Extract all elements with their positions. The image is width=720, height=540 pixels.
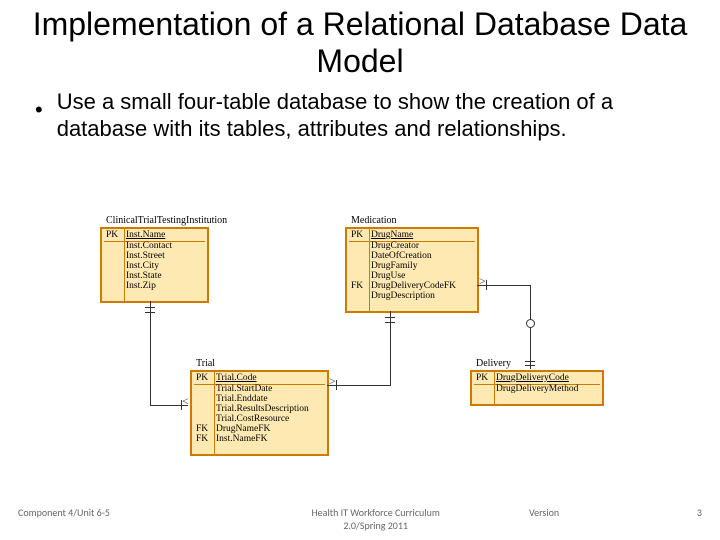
page-title: Implementation of a Relational Database … bbox=[0, 0, 720, 80]
relationship-tick bbox=[525, 365, 535, 366]
relationship-tick bbox=[336, 380, 337, 390]
connector-line bbox=[530, 285, 531, 311]
entity-delivery: Delivery PKDrugDeliveryCode DrugDelivery… bbox=[470, 370, 604, 406]
bullet-text: Use a small four-table database to show … bbox=[57, 88, 690, 143]
entity-title: ClinicalTrialTestingInstitution bbox=[106, 215, 227, 226]
footer: Component 4/Unit 6-5 Health IT Workforce… bbox=[0, 506, 720, 532]
entity-institution: ClinicalTrialTestingInstitution PKInst.N… bbox=[100, 227, 209, 303]
relationship-tick bbox=[486, 280, 487, 290]
bullet-item: • Use a small four-table database to sho… bbox=[35, 88, 690, 143]
relationship-circle-icon bbox=[526, 319, 535, 328]
relationship-tick bbox=[525, 361, 535, 362]
footer-left: Component 4/Unit 6-5 bbox=[18, 506, 222, 532]
erd-diagram: ClinicalTrialTestingInstitution PKInst.N… bbox=[90, 215, 640, 475]
entity-title: Delivery bbox=[476, 358, 511, 369]
entity-title: Trial bbox=[196, 358, 215, 369]
connector-line bbox=[150, 301, 151, 406]
footer-center: Health IT Workforce Curriculum2.0/Spring… bbox=[222, 506, 529, 532]
relationship-tick bbox=[145, 312, 155, 313]
entity-title: Medication bbox=[351, 215, 397, 226]
relationship-tick bbox=[385, 317, 395, 318]
bullet-dot-icon: • bbox=[35, 96, 43, 124]
footer-page-number: 3 bbox=[672, 506, 702, 532]
relationship-tick bbox=[145, 307, 155, 308]
entity-medication: Medication PKDrugName DrugCreator DateOf… bbox=[345, 227, 479, 313]
bullet-list: • Use a small four-table database to sho… bbox=[0, 80, 720, 143]
entity-trial: Trial PKTrial.Code Trial.StartDate Trial… bbox=[190, 370, 329, 456]
relationship-tick bbox=[385, 322, 395, 323]
footer-version-label: Version bbox=[529, 506, 672, 532]
